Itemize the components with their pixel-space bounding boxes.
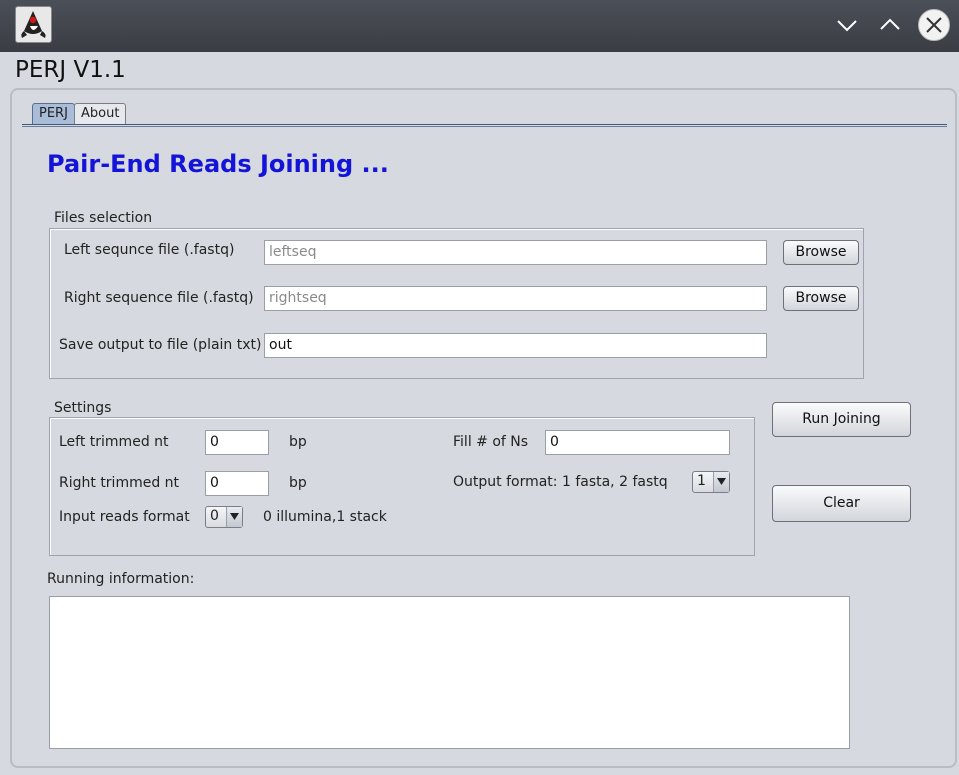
output-file-input[interactable]: out <box>264 333 767 358</box>
chevron-down-icon <box>226 507 242 527</box>
output-format-label: Output format: 1 fasta, 2 fastq <box>453 474 668 490</box>
output-format-value: 1 <box>697 473 706 489</box>
input-format-select[interactable]: 0 <box>205 506 243 528</box>
left-file-input[interactable]: leftseq <box>264 240 767 265</box>
input-format-label: Input reads format <box>59 509 190 525</box>
page-heading: Pair-End Reads Joining ... <box>47 150 389 178</box>
output-file-label: Save output to file (plain txt) <box>59 337 262 353</box>
minimize-icon[interactable] <box>831 9 863 41</box>
fill-ns-input[interactable]: 0 <box>545 430 730 455</box>
left-trim-unit: bp <box>289 434 307 450</box>
browse-right-button[interactable]: Browse <box>783 286 859 311</box>
tab-divider <box>22 124 947 125</box>
right-file-input[interactable]: rightseq <box>264 286 767 311</box>
left-trim-input[interactable]: 0 <box>205 430 269 455</box>
right-file-label: Right sequence file (.fastq) <box>64 290 254 306</box>
clear-button[interactable]: Clear <box>772 485 911 522</box>
input-format-hint: 0 illumina,1 stack <box>263 509 387 525</box>
tab-perj[interactable]: PERJ <box>32 103 75 125</box>
running-info-textarea[interactable] <box>49 596 850 749</box>
input-format-value: 0 <box>210 508 219 524</box>
run-joining-button[interactable]: Run Joining <box>772 402 911 437</box>
window-titlebar[interactable] <box>0 0 959 52</box>
right-trim-label: Right trimmed nt <box>59 475 180 491</box>
left-file-label: Left sequnce file (.fastq) <box>64 242 235 258</box>
output-format-select[interactable]: 1 <box>692 471 730 493</box>
fill-ns-label: Fill # of Ns <box>453 434 529 450</box>
settings-group-label: Settings <box>54 400 112 416</box>
close-icon[interactable] <box>918 9 950 41</box>
java-duke-icon <box>15 6 52 43</box>
app-title: PERJ V1.1 <box>15 57 126 83</box>
maximize-icon[interactable] <box>874 9 906 41</box>
tab-divider-shadow <box>22 126 947 127</box>
running-info-label: Running information: <box>47 571 195 587</box>
chevron-down-icon <box>713 472 729 492</box>
browse-left-button[interactable]: Browse <box>783 240 859 265</box>
files-group-label: Files selection <box>54 210 153 226</box>
left-trim-label: Left trimmed nt <box>59 434 169 450</box>
right-trim-unit: bp <box>289 475 307 491</box>
tab-about[interactable]: About <box>74 103 127 125</box>
right-trim-input[interactable]: 0 <box>205 471 269 496</box>
